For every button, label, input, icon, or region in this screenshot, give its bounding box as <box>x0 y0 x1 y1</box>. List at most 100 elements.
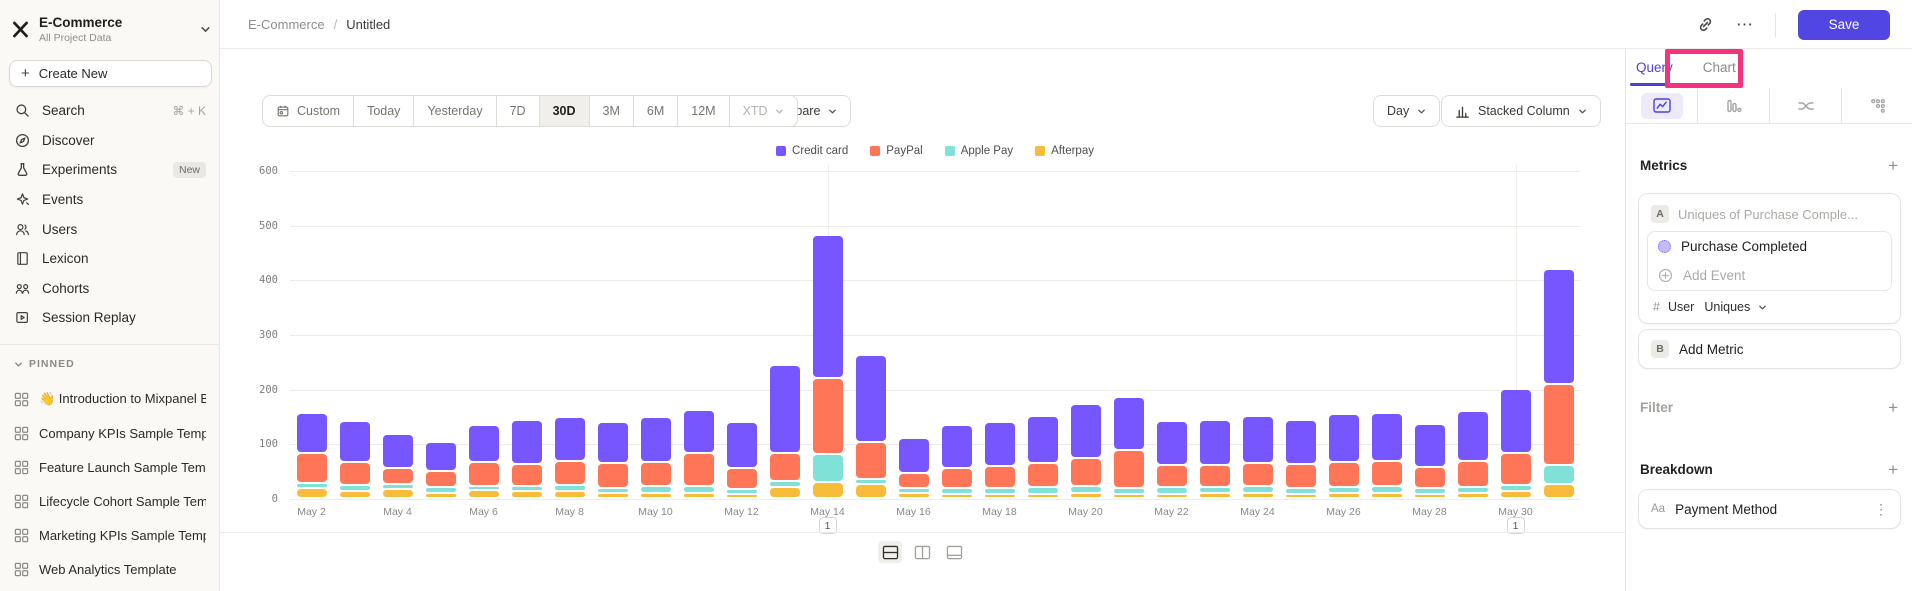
bar-segment-afterpay[interactable] <box>684 494 714 497</box>
bar-segment-apple-pay[interactable] <box>340 486 370 491</box>
tab-retention[interactable] <box>1842 88 1912 123</box>
pinned-board-item[interactable]: Marketing KPIs Sample Templat <box>0 518 220 552</box>
bar-segment-credit-card[interactable] <box>641 418 671 461</box>
bar-segment-credit-card[interactable] <box>942 426 972 468</box>
bar-segment-afterpay[interactable] <box>297 489 327 497</box>
bar-segment-apple-pay[interactable] <box>598 489 628 492</box>
bar-segment-apple-pay[interactable] <box>985 489 1015 492</box>
create-new-button[interactable]: + Create New <box>9 60 212 87</box>
save-button[interactable]: Save <box>1798 10 1890 40</box>
bar-segment-credit-card[interactable] <box>856 356 886 441</box>
add-filter-plus-button[interactable]: + <box>1888 399 1898 416</box>
bar-segment-apple-pay[interactable] <box>1200 488 1230 491</box>
date-range-custom[interactable]: Custom <box>262 95 354 127</box>
bar-segment-paypal[interactable] <box>684 454 714 485</box>
sidebar-item-lexicon[interactable]: Lexicon <box>0 244 220 274</box>
bar-segment-apple-pay[interactable] <box>1286 489 1316 492</box>
bar-segment-paypal[interactable] <box>1415 468 1445 487</box>
legend-item-apple-pay[interactable]: Apple Pay <box>945 145 1013 157</box>
date-range-yesterday[interactable]: Yesterday <box>413 95 496 127</box>
bar-segment-paypal[interactable] <box>1071 459 1101 485</box>
sidebar-item-search[interactable]: Search ⌘ + K <box>0 96 220 126</box>
bar-segment-paypal[interactable] <box>1243 464 1273 485</box>
bar-segment-paypal[interactable] <box>1157 466 1187 486</box>
layout-chart-only-button[interactable] <box>942 541 966 563</box>
bar-segment-credit-card[interactable] <box>469 426 499 461</box>
bar-segment-paypal[interactable] <box>297 454 327 482</box>
bar-segment-credit-card[interactable] <box>1071 405 1101 457</box>
chart-type-dropdown[interactable]: Stacked Column <box>1441 95 1601 127</box>
bar-segment-paypal[interactable] <box>340 463 370 484</box>
bar-segment-paypal[interactable] <box>985 467 1015 487</box>
bar-segment-apple-pay[interactable] <box>770 482 800 487</box>
bar-segment-apple-pay[interactable] <box>684 487 714 492</box>
bar-segment-apple-pay[interactable] <box>555 486 585 491</box>
metric-name-row[interactable]: A Uniques of Purchase Comple... <box>1639 194 1900 231</box>
bar-segment-credit-card[interactable] <box>1114 398 1144 448</box>
bar-segment-apple-pay[interactable] <box>383 485 413 488</box>
bar-segment-afterpay[interactable] <box>1286 495 1316 498</box>
breadcrumb-project[interactable]: E-Commerce <box>248 17 325 32</box>
sidebar-item-experiments[interactable]: Experiments New <box>0 155 220 185</box>
bar-segment-apple-pay[interactable] <box>1071 487 1101 492</box>
tab-chart[interactable]: Chart <box>1701 49 1738 86</box>
bar-segment-afterpay[interactable] <box>899 494 929 497</box>
bar-segment-credit-card[interactable] <box>426 443 456 470</box>
bar-segment-credit-card[interactable] <box>340 422 370 460</box>
bar-segment-apple-pay[interactable] <box>426 488 456 491</box>
pinned-board-item[interactable]: Company KPIs Sample Templat <box>0 416 220 450</box>
bar-segment-credit-card[interactable] <box>1243 417 1273 462</box>
pinned-section-header[interactable]: PINNED <box>14 358 75 370</box>
bar-segment-afterpay[interactable] <box>1200 494 1230 497</box>
bar-segment-credit-card[interactable] <box>813 236 843 377</box>
measure-aggregation[interactable]: Uniques <box>1704 300 1750 314</box>
bar-segment-apple-pay[interactable] <box>856 480 886 483</box>
tab-flows[interactable] <box>1770 88 1842 123</box>
bar-segment-apple-pay[interactable] <box>899 489 929 492</box>
bar-segment-apple-pay[interactable] <box>641 487 671 492</box>
bar-segment-paypal[interactable] <box>1200 466 1230 486</box>
event-row-purchase-completed[interactable]: Purchase Completed <box>1648 232 1891 261</box>
add-metric-row[interactable]: B Add Metric <box>1639 330 1900 368</box>
bar-segment-paypal[interactable] <box>1028 464 1058 486</box>
legend-item-paypal[interactable]: PayPal <box>870 145 922 157</box>
bar-segment-credit-card[interactable] <box>1544 270 1574 383</box>
bar-segment-paypal[interactable] <box>813 379 843 454</box>
bar-segment-paypal[interactable] <box>1544 385 1574 464</box>
bar-segment-apple-pay[interactable] <box>942 489 972 492</box>
project-switcher[interactable]: E-Commerce All Project Data <box>10 10 211 48</box>
bar-segment-credit-card[interactable] <box>598 423 628 462</box>
bar-segment-afterpay[interactable] <box>727 495 757 498</box>
measure-entity[interactable]: User <box>1668 300 1694 314</box>
bar-segment-paypal[interactable] <box>555 462 585 484</box>
bar-segment-apple-pay[interactable] <box>1157 488 1187 493</box>
bar-segment-apple-pay[interactable] <box>1329 488 1359 491</box>
bar-segment-credit-card[interactable] <box>297 414 327 452</box>
date-range-7d[interactable]: 7D <box>496 95 540 127</box>
bar-segment-paypal[interactable] <box>770 454 800 479</box>
sidebar-item-users[interactable]: Users <box>0 214 220 244</box>
bar-segment-credit-card[interactable] <box>1200 421 1230 464</box>
bar-segment-afterpay[interactable] <box>813 483 843 497</box>
granularity-dropdown[interactable]: Day <box>1373 95 1440 127</box>
bar-segment-afterpay[interactable] <box>641 494 671 497</box>
bar-segment-afterpay[interactable] <box>426 494 456 497</box>
bar-segment-apple-pay[interactable] <box>1372 487 1402 492</box>
bar-segment-credit-card[interactable] <box>899 439 929 472</box>
pinned-board-item[interactable]: Web Analytics Template <box>0 552 220 586</box>
bar-segment-apple-pay[interactable] <box>1544 466 1574 483</box>
bar-segment-paypal[interactable] <box>942 469 972 487</box>
layout-rows-button[interactable] <box>878 541 902 563</box>
bar-segment-afterpay[interactable] <box>1501 492 1531 497</box>
bar-segment-afterpay[interactable] <box>1243 494 1273 497</box>
bar-segment-apple-pay[interactable] <box>1243 487 1273 492</box>
date-range-today[interactable]: Today <box>353 95 414 127</box>
bar-segment-afterpay[interactable] <box>942 495 972 498</box>
bar-segment-apple-pay[interactable] <box>512 487 542 490</box>
bar-segment-afterpay[interactable] <box>1372 494 1402 497</box>
sidebar-item-discover[interactable]: Discover <box>0 126 220 156</box>
add-event-row[interactable]: Add Event <box>1648 261 1891 290</box>
bar-segment-afterpay[interactable] <box>598 494 628 497</box>
legend-item-afterpay[interactable]: Afterpay <box>1035 145 1094 157</box>
bar-segment-afterpay[interactable] <box>555 492 585 497</box>
